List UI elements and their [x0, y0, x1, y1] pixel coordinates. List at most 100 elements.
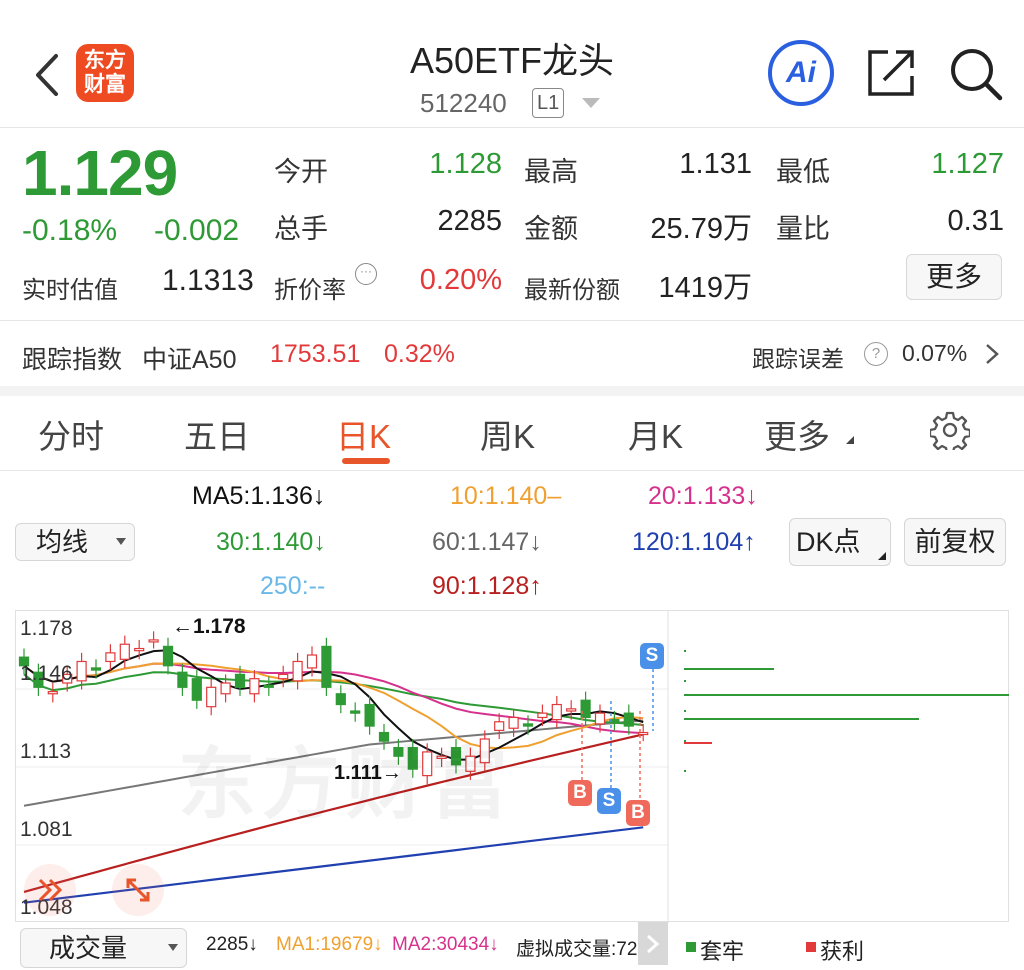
candle-body: [134, 647, 145, 652]
share-icon: [868, 50, 914, 96]
help-icon[interactable]: ?: [864, 342, 888, 366]
tab-intraday[interactable]: 分时: [38, 410, 104, 458]
ai-icon: Ai: [786, 56, 816, 89]
volume-selector[interactable]: 成交量: [20, 928, 187, 968]
premium-info-icon[interactable]: ···: [355, 263, 377, 285]
candle-body: [580, 699, 591, 719]
tracking-error-value: 0.07%: [902, 340, 968, 366]
candle-body: [220, 682, 231, 695]
ma90-value: 90:1.128↑: [432, 572, 542, 600]
high-value: 1.131: [679, 148, 752, 180]
virtual-volume: 虚拟成交量:726: [516, 939, 640, 960]
candle-body: [90, 667, 102, 671]
tab-weekly-k[interactable]: 周K: [480, 410, 535, 458]
stock-code: 512240: [420, 88, 507, 118]
candle-body: [76, 660, 87, 682]
ma5-value: MA5:1.136↓: [192, 482, 326, 510]
amount-label: 金额: [524, 214, 578, 244]
candle-body: [234, 673, 246, 688]
sell-signal-badge[interactable]: S: [597, 788, 621, 814]
collapse-panel-button[interactable]: [638, 922, 668, 965]
candle-body: [119, 643, 130, 660]
low-label: 最低: [776, 157, 830, 187]
search-button[interactable]: [948, 46, 1004, 102]
candle-body: [177, 671, 188, 688]
volume-selector-label: 成交量: [49, 933, 128, 963]
change-value: -0.002: [154, 214, 240, 247]
volume-ratio-label: 量比: [776, 214, 830, 244]
active-tab-indicator: [342, 458, 390, 464]
candle-body: [350, 710, 361, 714]
legend-profit: 获利: [820, 939, 865, 964]
candle-body: [306, 654, 318, 669]
expand-left-button[interactable]: [24, 864, 76, 916]
legend-profit-swatch: [806, 942, 816, 952]
amount-value: 25.79万: [650, 213, 752, 245]
candle-body: [278, 673, 289, 680]
volume-ratio-value: 0.31: [947, 205, 1004, 237]
ma10-value: 10:1.140–: [450, 482, 562, 510]
double-chevron-icon: [38, 878, 63, 902]
current-price: 1.129: [22, 137, 178, 209]
caret-down-icon: [116, 538, 126, 545]
sell-signal-badge[interactable]: S: [640, 643, 664, 669]
realtime-value: 1.1313: [162, 264, 254, 297]
buy-signal-badge[interactable]: B: [626, 800, 650, 826]
candle-body: [191, 678, 202, 701]
chevron-right-icon[interactable]: [984, 342, 1000, 371]
settings-button[interactable]: [928, 410, 972, 455]
volume-current: 2285↓: [206, 934, 258, 955]
volume-label: 总手: [274, 214, 328, 244]
premium-value: 0.20%: [419, 264, 502, 296]
candle-body: [263, 684, 274, 688]
candle-body: [321, 645, 332, 688]
candle-body: [522, 723, 534, 727]
tab-monthly-k[interactable]: 月K: [628, 410, 683, 458]
candle-body: [148, 639, 159, 643]
realtime-label: 实时估值: [22, 277, 118, 304]
buy-signal-badge[interactable]: B: [568, 780, 592, 806]
fullscreen-button[interactable]: [112, 864, 164, 916]
chevron-right-icon: [647, 934, 660, 954]
y-label-2: 1.146: [20, 662, 73, 685]
candle-body: [206, 686, 217, 708]
legend-trapped: 套牢: [700, 939, 745, 964]
candle-body: [162, 645, 174, 667]
share-button[interactable]: [866, 48, 918, 100]
tab-more[interactable]: 更多: [764, 410, 830, 458]
dk-point-button[interactable]: DK点: [789, 518, 891, 566]
level-badge: L1: [532, 88, 565, 118]
ma60-value: 60:1.147↓: [432, 528, 542, 556]
search-icon: [951, 49, 1003, 101]
volume-ma1: MA1:19679↓: [276, 934, 383, 955]
shares-label: 最新份额: [524, 277, 620, 304]
tracking-index-value: 1753.51: [270, 340, 361, 368]
level-dropdown-icon[interactable]: [582, 98, 600, 108]
candle-body: [47, 691, 58, 695]
open-value: 1.128: [429, 148, 502, 180]
ma30-value: 30:1.140↓: [216, 528, 326, 556]
tracking-error-label: 跟踪误差: [752, 346, 844, 372]
tracking-index-name[interactable]: 中证A50: [142, 340, 236, 376]
caret-down-icon: [168, 944, 178, 951]
watermark: 东方财富: [178, 740, 515, 828]
candle-body: [566, 708, 577, 712]
tab-five-day[interactable]: 五日: [184, 410, 250, 458]
more-button[interactable]: 更多: [906, 254, 1002, 300]
ai-button[interactable]: Ai: [768, 40, 834, 106]
tab-daily-k[interactable]: 日K: [336, 410, 391, 458]
gear-icon: [928, 411, 972, 455]
dk-point-label: DK点: [796, 527, 861, 557]
candle-body: [335, 693, 346, 706]
ma-selector[interactable]: 均线: [15, 523, 135, 561]
high-label: 最高: [524, 157, 578, 187]
ma250-value: 250:--: [260, 572, 326, 600]
ma20-value: 20:1.133↓: [648, 482, 758, 510]
candle-body: [594, 712, 606, 725]
adjust-button[interactable]: 前复权: [904, 518, 1006, 566]
ma-selector-label: 均线: [36, 527, 89, 557]
tab-more-corner-icon: [846, 436, 854, 444]
candle-body: [623, 712, 634, 727]
candle-body: [537, 712, 548, 719]
candle-body: [249, 678, 260, 695]
